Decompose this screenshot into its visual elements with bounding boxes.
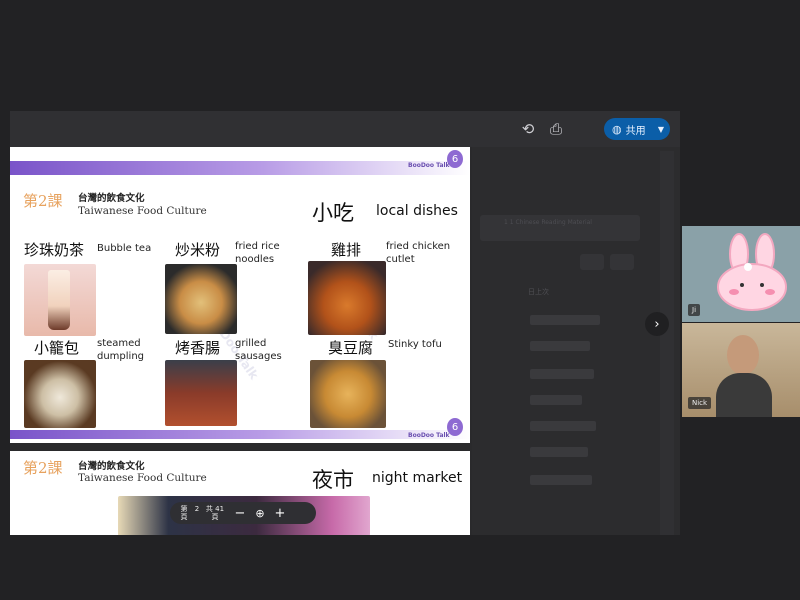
zoom-out-button[interactable]: − — [232, 505, 248, 521]
background-app-button — [610, 254, 634, 270]
food-label-zh: 雞排 — [331, 241, 362, 259]
slide-heading-zh: 小吃 — [312, 201, 354, 225]
lesson-number: 第2課 — [23, 459, 63, 477]
food-label-en: fried rice noodles — [235, 241, 280, 265]
pdf-page-nav: 第 頁 2 . 共 41 頁 − ⊕ + — [170, 502, 316, 524]
list-item — [530, 315, 600, 325]
food-label-zh: 臭豆腐 — [328, 339, 374, 357]
list-item — [530, 369, 594, 379]
list-item — [530, 395, 582, 405]
participant-name: Nick — [688, 397, 712, 409]
food-label-en: Stinky tofu — [388, 339, 442, 350]
chevron-right-icon[interactable]: › — [645, 312, 669, 336]
participant-video-face — [727, 335, 759, 375]
lesson-number: 第2課 — [23, 192, 63, 210]
share-toolbar — [10, 111, 680, 147]
share-button[interactable]: ◍ 共用 ▼ — [604, 118, 670, 140]
list-item — [530, 421, 596, 431]
print-icon[interactable]: ⎙ — [544, 117, 568, 141]
food-label-en: steamed dumpling — [97, 338, 145, 362]
slide-bottom-band — [10, 430, 470, 439]
fried-rice-noodles-photo — [165, 264, 237, 334]
list-item — [530, 475, 592, 485]
food-label-en: grilled sausages — [235, 338, 282, 362]
slide-heading-en: local dishes — [376, 203, 458, 219]
slide-top-band — [10, 161, 470, 175]
sausages-photo — [165, 360, 237, 426]
participant-tile[interactable]: Ji — [682, 226, 800, 322]
participant-name: Ji — [688, 304, 701, 316]
add-to-drive-icon[interactable]: ⟲ — [516, 117, 540, 141]
slide-title-en: Taiwanese Food Culture — [78, 205, 207, 217]
logo-text: BooDoo Talk — [408, 432, 450, 439]
share-button-label: 共用 — [625, 125, 646, 137]
background-app-button — [580, 254, 604, 270]
side-rail — [660, 151, 674, 535]
zoom-in-button[interactable]: + — [272, 505, 288, 521]
food-label-zh: 小籠包 — [34, 339, 80, 357]
logo-text: BooDoo Talk — [408, 162, 450, 169]
list-item — [530, 341, 590, 351]
food-label-zh: 炒米粉 — [175, 241, 221, 259]
zoom-reset-icon[interactable]: ⊕ — [252, 505, 268, 521]
stinky-tofu-photo — [310, 360, 386, 428]
bunny-avatar-icon — [717, 233, 787, 311]
slide-title-zh: 台灣的飲食文化 — [78, 193, 145, 204]
food-label-zh: 珍珠奶茶 — [24, 241, 85, 259]
list-item — [530, 447, 588, 457]
globe-icon: ◍ — [612, 122, 622, 136]
background-app-header: 1 1 Chinese Reading Material — [480, 215, 640, 241]
participant-tile[interactable]: Nick — [682, 323, 800, 417]
page-number-input[interactable]: 2 . — [190, 505, 204, 521]
shared-screen: ⟲ ⎙ ◍ 共用 ▼ 1 1 Chinese Reading Material … — [10, 111, 680, 535]
page-label: 第 頁 — [180, 505, 188, 521]
background-app-column-label: 日上次 — [528, 288, 549, 296]
slide-heading-zh: 夜市 — [312, 468, 354, 492]
background-app-header-text: 1 1 Chinese Reading Material — [504, 219, 592, 226]
chicken-cutlet-photo — [308, 261, 386, 335]
slide-title-en: Taiwanese Food Culture — [78, 472, 207, 484]
bubble-tea-photo — [24, 264, 96, 336]
cup-shape — [48, 270, 70, 330]
slide-title-zh: 台灣的飲食文化 — [78, 461, 145, 472]
dropdown-caret-icon[interactable]: ▼ — [658, 125, 664, 134]
food-label-en: Bubble tea — [97, 243, 152, 254]
dumpling-photo — [24, 360, 96, 428]
slide-heading-en: night market — [372, 470, 463, 486]
total-pages: 共 41 頁 — [205, 505, 225, 521]
food-label-en: fried chicken cutlet — [386, 241, 451, 265]
food-label-zh: 烤香腸 — [175, 339, 221, 357]
participant-video-body — [716, 373, 772, 417]
slide-1: 6 BooDoo Talk 第2課 台灣的飲食文化 Taiwanese Food… — [10, 147, 470, 443]
